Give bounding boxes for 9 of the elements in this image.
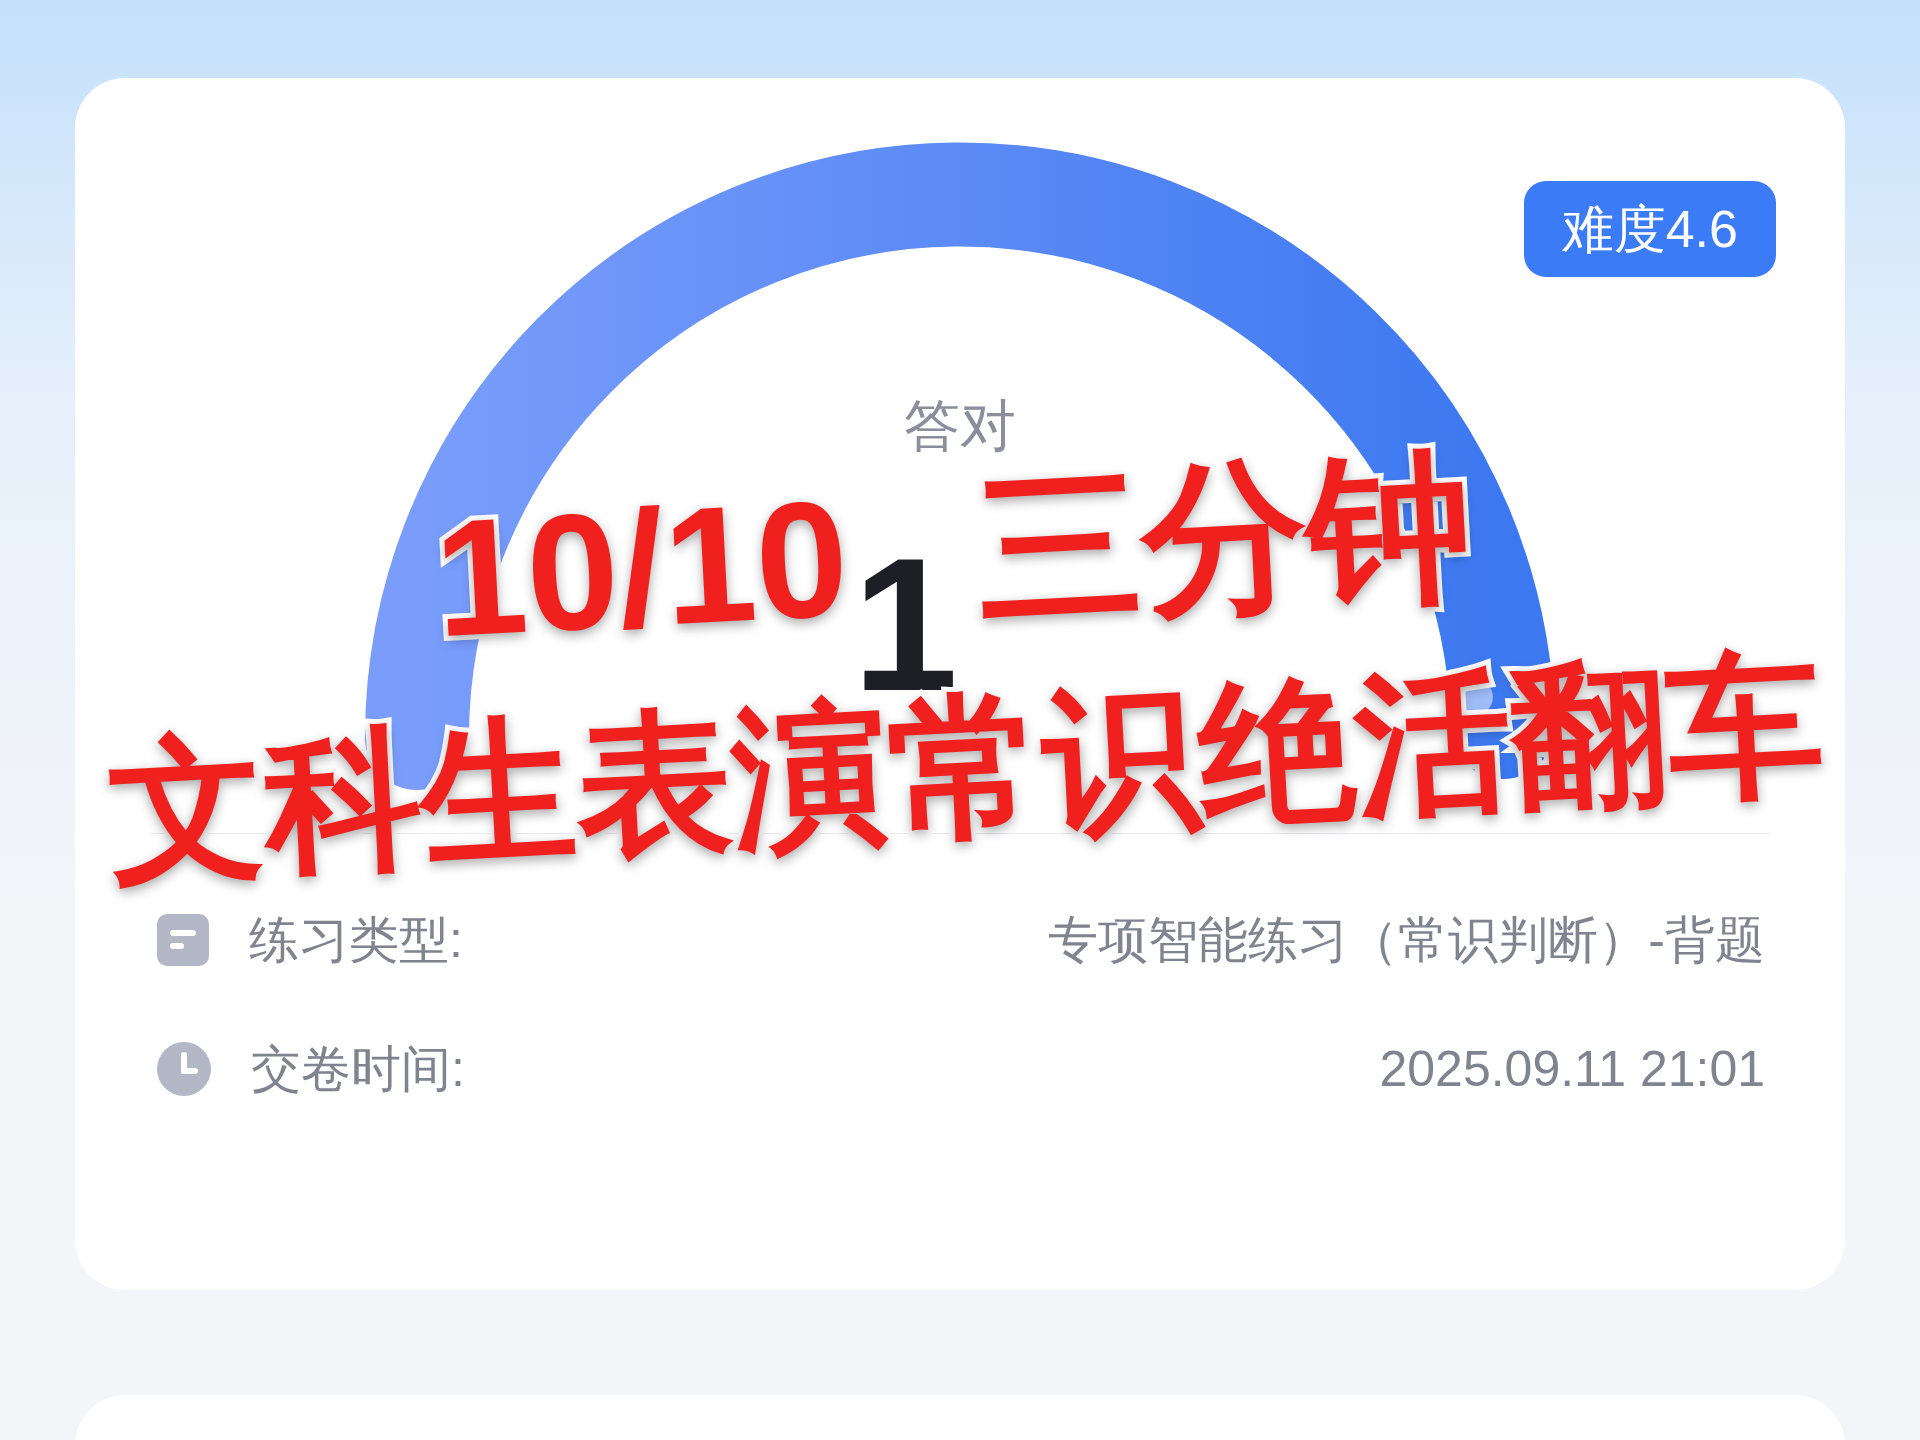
gauge-label: 答对 (904, 398, 1016, 454)
detail-value: 2025.09.11 21:01 (1379, 1044, 1765, 1094)
detail-label: 交卷时间: (251, 1044, 465, 1094)
detail-value: 专项智能练习（常识判断）-背题 (1048, 915, 1765, 965)
caption-text: 10/10 (430, 475, 852, 663)
clock-icon (155, 1040, 213, 1098)
document-icon (155, 912, 211, 968)
detail-label: 练习类型: (249, 915, 463, 965)
difficulty-badge: 难度4.6 (1523, 181, 1776, 277)
